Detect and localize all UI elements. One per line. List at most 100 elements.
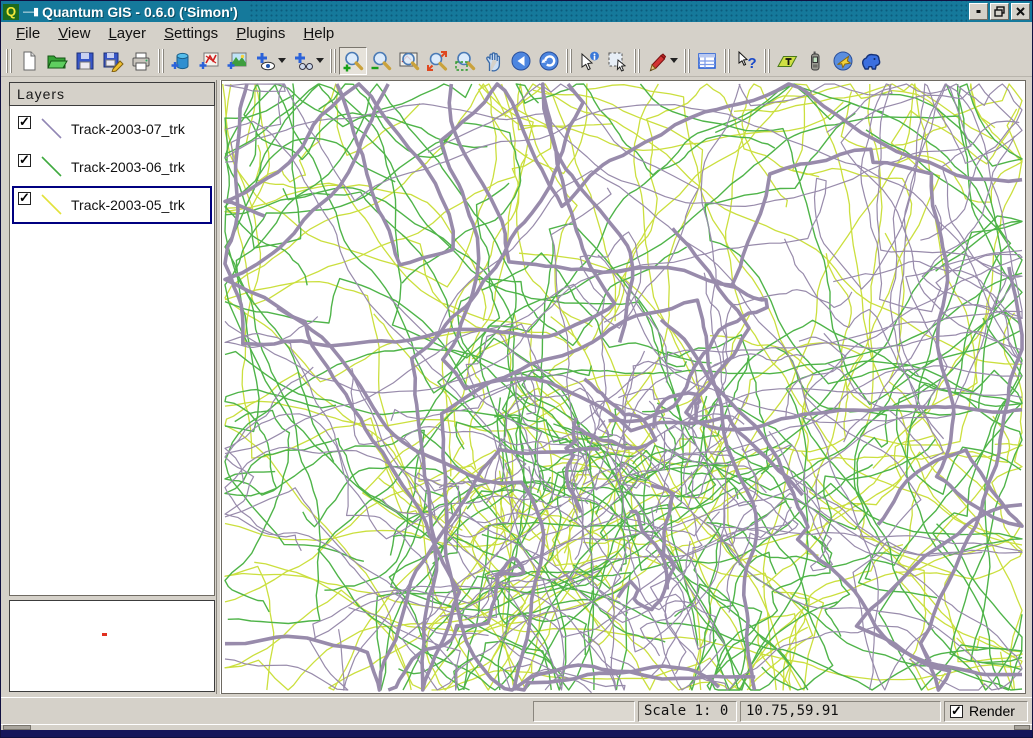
capture-line-button[interactable]	[643, 47, 681, 75]
add-vector-layer-icon	[198, 50, 220, 72]
identify-button[interactable]	[575, 47, 603, 75]
save-project-as-icon	[102, 50, 124, 72]
toolbar-handle[interactable]	[723, 49, 731, 73]
main-area: Layers Track-2003-07_trk Track-2003-06_t…	[1, 77, 1032, 697]
pan-button[interactable]	[479, 47, 507, 75]
minimize-button[interactable]	[969, 3, 988, 20]
plugin-icon	[860, 50, 882, 72]
open-project-button[interactable]	[43, 47, 71, 75]
title-bar[interactable]: Q —▮ Quantum GIS - 0.6.0 ('Simon')	[1, 1, 1032, 22]
qgis-app-icon: Q	[3, 4, 19, 20]
save-project-button[interactable]	[71, 47, 99, 75]
capture-line-icon	[646, 50, 668, 72]
new-project-icon	[18, 50, 40, 72]
menu-settings[interactable]: Settings	[155, 23, 227, 44]
zoom-last-button[interactable]	[451, 47, 479, 75]
maximize-icon	[994, 6, 1005, 17]
map-svg	[222, 81, 1025, 693]
new-layer-menu-icon	[254, 50, 276, 72]
new-project-button[interactable]	[15, 47, 43, 75]
zoom-full-extent-icon	[398, 50, 420, 72]
layer-row-track-2003-06[interactable]: Track-2003-06_trk	[12, 148, 212, 186]
new-layer-menu-button[interactable]	[251, 47, 289, 75]
add-postgis-layer-button[interactable]	[167, 47, 195, 75]
zoom-full-extent-button[interactable]	[395, 47, 423, 75]
layer-row-track-2003-07[interactable]: Track-2003-07_trk	[12, 110, 212, 148]
attribute-table-button[interactable]	[693, 47, 721, 75]
whats-this-icon: ?	[736, 50, 758, 72]
map-overview-panel[interactable]	[9, 600, 215, 692]
layer-visibility-checkbox[interactable]	[18, 154, 31, 167]
pan-icon	[482, 50, 504, 72]
plugin-button[interactable]	[857, 47, 885, 75]
menu-view[interactable]: View	[49, 23, 99, 44]
save-project-as-button[interactable]	[99, 47, 127, 75]
zoom-out-button[interactable]	[367, 47, 395, 75]
zoom-to-selection-icon	[426, 50, 448, 72]
refresh-icon	[538, 50, 560, 72]
zoom-in-button[interactable]	[339, 47, 367, 75]
gps-device-button[interactable]	[801, 47, 829, 75]
close-icon	[1015, 6, 1026, 17]
label-tool-button[interactable]	[773, 47, 801, 75]
label-tool-icon	[776, 50, 798, 72]
layer-row-track-2003-05[interactable]: Track-2003-05_trk	[12, 186, 212, 224]
progress-bar	[533, 701, 635, 722]
gps-tools-icon	[832, 50, 854, 72]
toolbar-handle[interactable]	[5, 49, 13, 73]
add-raster-layer-button[interactable]	[223, 47, 251, 75]
resize-grip-right[interactable]	[1014, 725, 1030, 730]
render-toggle[interactable]: Render	[944, 701, 1028, 722]
toolbar-handle[interactable]	[763, 49, 771, 73]
layer-tools-menu-button[interactable]	[289, 47, 327, 75]
menu-plugins[interactable]: Plugins	[227, 23, 294, 44]
menu-layer[interactable]: Layer	[99, 23, 155, 44]
add-vector-layer-button[interactable]	[195, 47, 223, 75]
menu-help[interactable]: Help	[294, 23, 343, 44]
render-label: Render	[969, 703, 1015, 719]
layer-swatch-line-icon	[37, 190, 67, 220]
window-bottom-border	[1, 730, 1032, 737]
add-postgis-layer-icon	[170, 50, 192, 72]
menu-bar: File View Layer Settings Plugins Help	[1, 22, 1032, 45]
toolbar-handle[interactable]	[329, 49, 337, 73]
select-features-button[interactable]	[603, 47, 631, 75]
open-project-icon	[46, 50, 68, 72]
map-canvas[interactable]	[221, 80, 1026, 694]
resize-grip-left[interactable]	[3, 725, 31, 730]
window-resize-strip[interactable]	[1, 724, 1032, 730]
toolbar-handle[interactable]	[633, 49, 641, 73]
layer-visibility-checkbox[interactable]	[18, 192, 31, 205]
print-button[interactable]	[127, 47, 155, 75]
layer-name: Track-2003-06_trk	[71, 159, 185, 175]
toolbar-handle[interactable]	[683, 49, 691, 73]
layer-name: Track-2003-07_trk	[71, 121, 185, 137]
menu-file[interactable]: File	[7, 23, 49, 44]
zoom-last-icon	[454, 50, 476, 72]
gps-device-icon	[804, 50, 826, 72]
toolbar-handle[interactable]	[157, 49, 165, 73]
identify-icon	[578, 50, 600, 72]
select-features-icon	[606, 50, 628, 72]
layer-legend[interactable]: Track-2003-07_trk Track-2003-06_trk Trac…	[9, 106, 215, 596]
save-project-icon	[74, 50, 96, 72]
render-checkbox[interactable]	[950, 705, 963, 718]
close-button[interactable]	[1011, 3, 1030, 20]
pin-icon[interactable]: —▮	[23, 5, 38, 18]
whats-this-button[interactable]: ?	[733, 47, 761, 75]
toolbar-handle[interactable]	[565, 49, 573, 73]
dropdown-arrow-icon	[316, 58, 324, 63]
refresh-button[interactable]	[535, 47, 563, 75]
gps-tools-button[interactable]	[829, 47, 857, 75]
zoom-to-selection-button[interactable]	[423, 47, 451, 75]
svg-text:?: ?	[748, 55, 757, 72]
maximize-button[interactable]	[990, 3, 1009, 20]
layer-swatch-line-icon	[37, 114, 67, 144]
dropdown-arrow-icon	[278, 58, 286, 63]
layers-panel: Layers Track-2003-07_trk Track-2003-06_t…	[3, 80, 216, 694]
back-button[interactable]	[507, 47, 535, 75]
zoom-in-icon	[342, 50, 364, 72]
qgis-window: Q —▮ Quantum GIS - 0.6.0 ('Simon') File …	[0, 0, 1033, 738]
scale-indicator: Scale 1: 0	[638, 701, 737, 722]
layer-visibility-checkbox[interactable]	[18, 116, 31, 129]
